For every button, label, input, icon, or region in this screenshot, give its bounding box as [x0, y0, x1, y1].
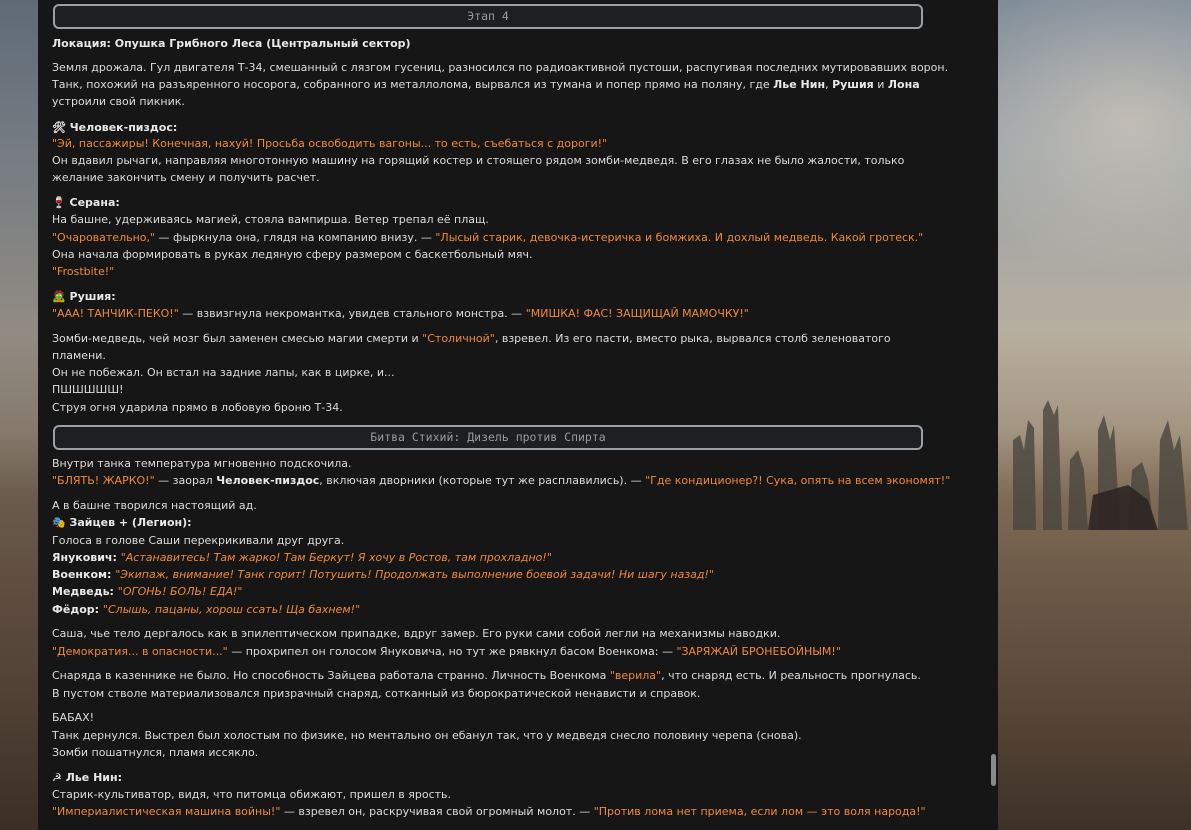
narrative-line: Земля дрожала. Гул двигателя Т-34, смеша… — [52, 61, 949, 74]
dialogue-line: Янукович: "Астанавитесь! Там жарко! Там … — [52, 551, 552, 564]
speaker-heading: 🍷 Серана: — [52, 196, 120, 209]
narrative-line: ПШШШШШ! — [52, 383, 124, 396]
narrative-line: Она начала формировать в руках ледяную с… — [52, 248, 533, 261]
narrative-line: Саша, чье тело дергалось как в эпилептич… — [52, 627, 781, 640]
speaker-heading: ☭ Лье Нин: — [52, 771, 122, 784]
narrative-line: Внутри танка температура мгновенно подск… — [52, 457, 352, 470]
dialogue-line: "Frostbite!" — [52, 265, 115, 278]
narrative-line: А в башне творился настоящий ад. — [52, 499, 257, 512]
dialogue-line: Военком: "Экипаж, внимание! Танк горит! … — [52, 568, 714, 581]
narrative-line: Танк, похожий на разъяренного носорога, … — [52, 78, 920, 91]
narrative-line: Он не побежал. Он встал на задние лапы, … — [52, 366, 395, 379]
dialogue-line: Медведь: "ОГОНЬ! БОЛЬ! ЕДА!" — [52, 585, 243, 598]
narrative-line: Зомби пошатнулся, пламя иссякло. — [52, 746, 259, 759]
dialogue-line: "БЛЯТЬ! ЖАРКО!" — заорал Человек-пиздос,… — [52, 474, 951, 487]
speaker-heading: 🧟 Рушия: — [52, 290, 116, 303]
ruined-city-silhouette — [1013, 400, 1188, 530]
narrative-line: На башне, удерживаясь магией, стояла вам… — [52, 213, 489, 226]
narrative-line: БАБАХ! — [52, 711, 95, 724]
narrative-line: пламени. — [52, 349, 106, 362]
dialogue-line: Фёдор: "Слышь, пацаны, хорош ссать! Ща б… — [52, 603, 361, 616]
scrollbar-thumb[interactable] — [991, 754, 996, 786]
narrative-line: Зомби-медведь, чей мозг был заменен смес… — [52, 332, 891, 345]
narrative-line: желание закончить смену и получить расче… — [52, 171, 320, 184]
dialogue-line: "Очаровательно," — фыркнула она, глядя н… — [52, 231, 924, 244]
dialogue-line: "ААА! ТАНЧИК-ПЕКО!" — взвизгнула некрома… — [52, 307, 749, 320]
narrative-line: Старик-культиватор, видя, что питомца об… — [52, 788, 452, 801]
dialogue-line: "Эй, пассажиры! Конечная, нахуй! Просьба… — [52, 137, 608, 150]
narrative-line: Струя огня ударила прямо в лобовую броню… — [52, 401, 343, 414]
stage-header: Этап 4 — [53, 4, 923, 29]
narrative-line: устроили свой пикник. — [52, 95, 185, 108]
location-line: Локация: Опушка Грибного Леса (Центральн… — [52, 37, 411, 50]
dialogue-line: "Империалистическая машина войны!" — взр… — [52, 805, 926, 818]
background-edge — [0, 0, 38, 830]
narrative-line: Он вдавил рычаги, направляя многотонную … — [52, 154, 905, 167]
section-header: Битва Стихий: Дизель против Спирта — [53, 425, 923, 450]
narrative-line: Голоса в голове Саши перекрикивали друг … — [52, 534, 345, 547]
narrative-line: Танк дернулся. Выстрел был холостым по ф… — [52, 729, 802, 742]
dialogue-line: "Демократия... в опасности..." — прохрип… — [52, 645, 841, 658]
speaker-heading: 🛠 Человек-пиздос: — [52, 121, 178, 134]
narrative-line: Снаряда в казеннике не было. Но способно… — [52, 669, 921, 682]
speaker-heading: 🎭 Зайцев + (Легион): — [52, 516, 192, 529]
narrative-line: В пустом стволе материализовался призрач… — [52, 687, 701, 700]
